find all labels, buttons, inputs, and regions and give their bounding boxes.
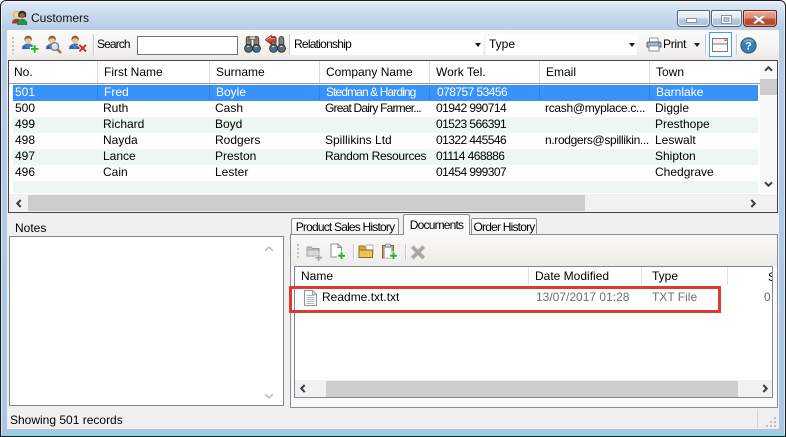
svg-text:?: ? [745, 41, 752, 53]
